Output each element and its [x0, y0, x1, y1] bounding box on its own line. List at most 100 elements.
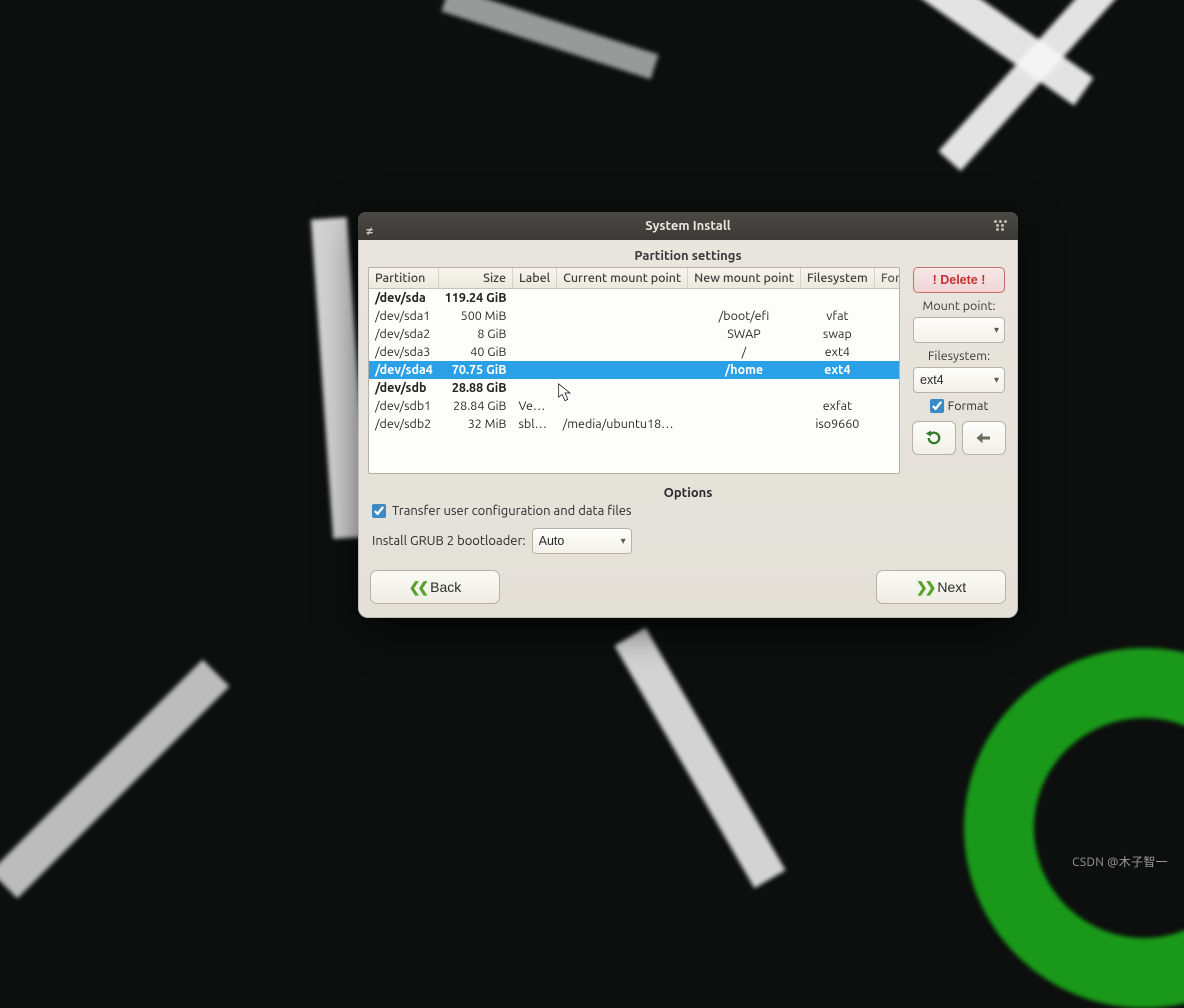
cell [688, 415, 801, 433]
cell [557, 325, 688, 343]
transfer-checkbox-row[interactable]: Transfer user configuration and data fil… [368, 504, 1008, 518]
col-new-mount[interactable]: New mount point [688, 268, 801, 289]
cell [557, 397, 688, 415]
cell [513, 379, 557, 397]
format-checkbox-row[interactable]: Format [930, 399, 989, 413]
cell: 40 GiB [439, 343, 513, 361]
refresh-button[interactable] [912, 421, 956, 455]
bg-reflection [441, 0, 658, 79]
col-format[interactable]: Format [874, 268, 900, 289]
cell [800, 379, 874, 397]
bg-reflection [614, 628, 785, 888]
table-row[interactable]: /dev/sdb232 MiBsbl…/media/ubuntu18…iso96… [369, 415, 900, 433]
grub-combo[interactable] [532, 528, 632, 554]
cell [688, 379, 801, 397]
installer-window: ≠ System Install Partition settings Part… [358, 212, 1018, 618]
cell [513, 307, 557, 325]
window-title: System Install [645, 219, 730, 233]
cell: SWAP [688, 325, 801, 343]
format-checkbox-label: Format [948, 399, 989, 413]
partition-section-title: Partition settings [368, 246, 1008, 267]
cell [557, 361, 688, 379]
cell: - [874, 397, 900, 415]
cell: 28.88 GiB [439, 379, 513, 397]
cell: /dev/sda4 [369, 361, 439, 379]
cell [513, 289, 557, 308]
watermark-text: CSDN @木子智一 [1072, 853, 1168, 870]
cell: /dev/sdb2 [369, 415, 439, 433]
side-panel: ! Delete ! Mount point: ▾ Filesystem: ▾ … [910, 267, 1008, 474]
cell: /home [688, 361, 801, 379]
format-checkbox[interactable] [930, 399, 944, 413]
cell: ext4 [800, 343, 874, 361]
filesystem-combo[interactable] [913, 367, 1005, 393]
cell [557, 343, 688, 361]
table-row[interactable]: /dev/sdb128.84 GiBVe… exfat- [369, 397, 900, 415]
cell [513, 361, 557, 379]
table-row[interactable]: /dev/sda28 GiBSWAPswapx [369, 325, 900, 343]
cell: x [874, 361, 900, 379]
window-titlebar[interactable]: ≠ System Install [358, 212, 1018, 240]
cell [688, 397, 801, 415]
col-label[interactable]: Label [513, 268, 557, 289]
delete-button[interactable]: ! Delete ! [913, 267, 1005, 293]
table-row[interactable]: /dev/sda1500 MiB/boot/efivfatx [369, 307, 900, 325]
col-current-mount[interactable]: Current mount point [557, 268, 688, 289]
cell [557, 289, 688, 308]
cell: /dev/sda3 [369, 343, 439, 361]
table-row[interactable]: /dev/sda119.24 GiB [369, 289, 900, 308]
cell: 70.75 GiB [439, 361, 513, 379]
cell: x [874, 343, 900, 361]
cell: 500 MiB [439, 307, 513, 325]
transfer-checkbox-label: Transfer user configuration and data fil… [392, 504, 632, 518]
back-button-label: Back [430, 579, 461, 595]
cell: /dev/sda1 [369, 307, 439, 325]
cell: x [874, 307, 900, 325]
cell: /dev/sda2 [369, 325, 439, 343]
cell [513, 325, 557, 343]
cell: vfat [800, 307, 874, 325]
cell: /dev/sda [369, 289, 439, 308]
table-row[interactable]: /dev/sdb28.88 GiB [369, 379, 900, 397]
cell: /boot/efi [688, 307, 801, 325]
refresh-icon [925, 429, 943, 447]
cell [800, 289, 874, 308]
cell [688, 289, 801, 308]
cell: exfat [800, 397, 874, 415]
cell: /dev/sdb1 [369, 397, 439, 415]
grub-label: Install GRUB 2 bootloader: [372, 534, 526, 548]
transfer-checkbox[interactable] [372, 504, 386, 518]
arrow-left-icon [975, 429, 993, 447]
col-partition[interactable]: Partition [369, 268, 439, 289]
cell: x [874, 325, 900, 343]
col-size[interactable]: Size [439, 268, 513, 289]
cell: 28.84 GiB [439, 397, 513, 415]
table-row[interactable]: /dev/sda340 GiB /ext4x [369, 343, 900, 361]
cell [874, 379, 900, 397]
options-title: Options [368, 486, 1008, 504]
bg-reflection [0, 659, 230, 898]
mount-point-label: Mount point: [922, 299, 995, 313]
back-button[interactable]: ❮❮ Back [370, 570, 500, 604]
apply-button[interactable] [962, 421, 1006, 455]
bg-green-arc [964, 648, 1184, 1008]
filesystem-label: Filesystem: [928, 349, 990, 363]
cell: Ve… [513, 397, 557, 415]
cell: - [874, 415, 900, 433]
cell [557, 307, 688, 325]
cell: 119.24 GiB [439, 289, 513, 308]
chevron-right-icon: ❯❯ [916, 579, 933, 596]
window-menu-icon[interactable] [994, 219, 1008, 233]
cell: /media/ubuntu18… [557, 415, 688, 433]
cell: swap [800, 325, 874, 343]
cell: 32 MiB [439, 415, 513, 433]
next-button[interactable]: ❯❯ Next [876, 570, 1006, 604]
cell [513, 343, 557, 361]
mount-point-combo[interactable] [913, 317, 1005, 343]
partition-table[interactable]: Partition Size Label Current mount point… [368, 267, 900, 474]
chevron-left-icon: ❮❮ [409, 579, 426, 596]
table-row[interactable]: /dev/sda470.75 GiB/homeext4x [369, 361, 900, 379]
cell: / [688, 343, 801, 361]
col-filesystem[interactable]: Filesystem [800, 268, 874, 289]
cell: /dev/sdb [369, 379, 439, 397]
